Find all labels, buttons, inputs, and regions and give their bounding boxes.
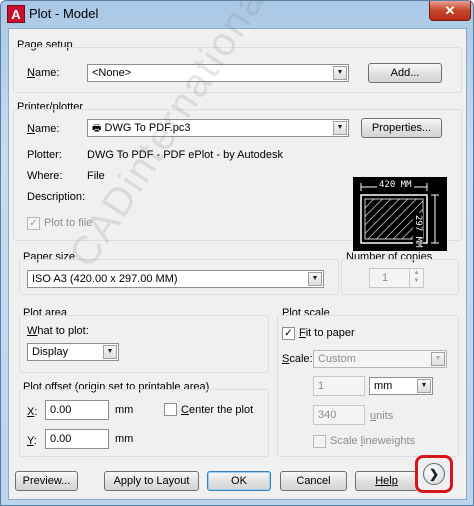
chevron-down-icon: ▼ <box>333 66 347 80</box>
chevron-down-icon: ▼ <box>417 379 431 393</box>
properties-button-label: Properties... <box>371 122 432 134</box>
offset-y-unit: mm <box>115 433 134 445</box>
plot-to-file-label: Plot to file <box>44 217 93 229</box>
plotter-value: DWG To PDF - PDF ePlot - by Autodesk <box>87 149 284 161</box>
autocad-app-icon: A <box>7 5 25 23</box>
add-button-label: Add... <box>390 67 420 79</box>
ok-button[interactable]: OK <box>207 471 271 491</box>
scale-unit-dropdown[interactable]: mm ▼ <box>369 377 433 395</box>
paper-size-dropdown[interactable]: ISO A3 (420.00 x 297.00 MM) ▼ <box>27 270 324 288</box>
printer-name-label: Name: <box>27 123 60 135</box>
add-button[interactable]: Add... <box>368 63 442 83</box>
expand-options-button[interactable]: ❯ <box>423 463 445 485</box>
cancel-button[interactable]: Cancel <box>280 471 347 491</box>
plot-to-file-checkbox[interactable]: ✓ <box>27 217 40 230</box>
dialog-client-area: Page setup Name: <None> ▼ Add... Printer… <box>8 28 467 500</box>
ok-button-label: OK <box>231 475 247 487</box>
scale-value: Custom <box>318 353 356 365</box>
preview-height-label: 297 MM <box>413 213 423 250</box>
what-to-plot-value: Display <box>32 346 69 358</box>
where-value: File <box>87 170 105 182</box>
offset-x-input[interactable]: 0.00 <box>45 400 109 420</box>
offset-x-value: 0.00 <box>50 404 72 416</box>
plotter-icon: 🖶 <box>92 123 102 134</box>
offset-x-unit: mm <box>115 404 134 416</box>
scale-value1-input[interactable]: 1 <box>313 376 365 396</box>
offset-x-label: X: <box>27 406 38 418</box>
help-button[interactable]: Help <box>355 471 418 491</box>
scale-lineweights-label: Scale lineweights <box>330 435 416 447</box>
offset-y-value: 0.00 <box>50 433 72 445</box>
scale-value2: 340 <box>318 409 337 421</box>
plot-dialog-window: A Plot - Model ✕ Page setup Name: <None>… <box>0 0 474 506</box>
center-plot-checkbox[interactable] <box>164 403 177 416</box>
paper-preview: 420 MM 297 MM <box>353 177 447 251</box>
scale-dropdown[interactable]: Custom ▼ <box>313 350 447 368</box>
title-bar[interactable]: A Plot - Model ✕ <box>1 1 473 27</box>
offset-y-input[interactable]: 0.00 <box>45 429 109 449</box>
chevron-down-icon: ▼ <box>431 352 445 366</box>
copies-value: 1 <box>382 272 389 284</box>
plotter-label: Plotter: <box>27 149 62 161</box>
apply-button-label: Apply to Layout <box>113 475 190 487</box>
scale-unit2: units <box>370 410 394 422</box>
apply-to-layout-button[interactable]: Apply to Layout <box>104 471 199 491</box>
scale-unit1: mm <box>374 380 393 392</box>
chevron-down-icon: ▼ <box>308 272 322 286</box>
help-button-label: Help <box>375 475 398 487</box>
fit-to-paper-label: Fit to paper <box>299 327 355 339</box>
description-label: Description: <box>27 191 86 203</box>
paper-size-value: ISO A3 (420.00 x 297.00 MM) <box>32 273 178 285</box>
scale-value2-input[interactable]: 340 <box>313 405 365 425</box>
chevron-down-icon: ▼ <box>103 345 117 359</box>
preview-width-label: 420 MM <box>377 180 414 190</box>
printer-name-value: DWG To PDF.pc3 <box>104 122 191 134</box>
scale-lineweights-checkbox[interactable] <box>313 435 326 448</box>
page-setup-name-label: Name: <box>27 67 60 79</box>
offset-y-label: Y: <box>27 435 37 447</box>
close-button[interactable]: ✕ <box>429 1 471 21</box>
properties-button[interactable]: Properties... <box>361 118 442 138</box>
printer-name-dropdown[interactable]: 🖶 DWG To PDF.pc3 ▼ <box>87 119 349 137</box>
chevron-down-icon: ▼ <box>333 121 347 135</box>
what-to-plot-label: What to plot: <box>27 325 89 337</box>
window-title: Plot - Model <box>29 6 99 21</box>
what-to-plot-dropdown[interactable]: Display ▼ <box>27 343 119 361</box>
center-plot-label: Center the plot <box>181 404 254 416</box>
scale-label: Scale: <box>282 353 313 365</box>
copies-spinner[interactable]: ▲ ▼ <box>409 269 423 287</box>
fit-to-paper-checkbox[interactable]: ✓ <box>282 327 295 340</box>
scale-value1: 1 <box>318 380 325 392</box>
chevron-right-icon: ❯ <box>428 467 440 481</box>
page-setup-name-value: <None> <box>92 67 132 79</box>
preview-button[interactable]: Preview... <box>15 471 78 491</box>
preview-button-label: Preview... <box>22 475 71 487</box>
cancel-button-label: Cancel <box>296 475 331 487</box>
where-label: Where: <box>27 170 63 182</box>
page-setup-name-dropdown[interactable]: <None> ▼ <box>87 64 349 82</box>
